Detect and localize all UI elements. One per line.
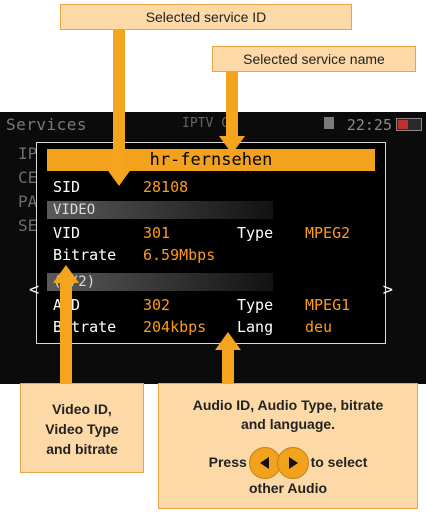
audio-type-label: Type xyxy=(237,296,274,314)
callout-video-info: Video ID, Video Type and bitrate xyxy=(20,383,144,473)
callout-to-select-text: to select xyxy=(310,454,368,470)
callout-other-audio-text: other Audio xyxy=(248,480,328,497)
video-bitrate-row: Bitrate 6.59Mbps xyxy=(53,245,215,265)
sid-label: SID xyxy=(53,178,81,196)
arrow-video xyxy=(60,282,72,394)
video-bitrate-value: 6.59Mbps xyxy=(143,246,216,264)
mode-label: IPTV C xyxy=(182,116,229,131)
right-arrow-button-icon xyxy=(276,447,309,480)
service-info-popup: hr-fernsehen SID 28108 VIDEO VID 301 Typ… xyxy=(29,142,393,344)
service-name: hr-fernsehen xyxy=(47,149,375,171)
callout-video-line: and bitrate xyxy=(46,441,118,457)
callout-audio-line2: and language. xyxy=(240,416,336,432)
arrow-audio xyxy=(222,349,234,383)
aid-value: 302 xyxy=(143,296,171,314)
sid-value: 28108 xyxy=(143,178,189,196)
callout-video-line: Video Type xyxy=(45,421,119,437)
vid-row: VID 301 Type MPEG2 xyxy=(53,223,350,243)
menu-item[interactable]: PA xyxy=(18,190,37,214)
audio-section-header: (1/2) xyxy=(47,273,273,291)
arrowhead-service-name xyxy=(219,136,245,154)
audio-type-value: MPEG1 xyxy=(305,296,351,314)
vid-label: VID xyxy=(53,224,81,242)
status-bar: Services IPTV C 22:25 xyxy=(0,112,426,136)
audio-prev-icon[interactable]: < xyxy=(29,280,39,300)
audio-next-icon[interactable]: > xyxy=(383,280,393,300)
callout-audio-info: Audio ID, Audio Type, bitrate and langua… xyxy=(158,383,418,509)
signal-icon xyxy=(324,117,334,129)
arrow-service-id xyxy=(113,30,125,170)
callout-press-text: Press xyxy=(208,454,247,470)
menu-item[interactable]: CE xyxy=(18,166,37,190)
callout-selected-service-id-text: Selected service ID xyxy=(145,9,267,25)
video-section-header: VIDEO xyxy=(47,201,273,219)
video-bitrate-label: Bitrate xyxy=(53,246,117,264)
menu-item[interactable]: SE xyxy=(18,214,37,238)
callout-audio-press-row: Press to select xyxy=(159,446,417,480)
lang-label: Lang xyxy=(237,318,274,336)
video-type-label: Type xyxy=(237,224,274,242)
sid-row: SID 28108 xyxy=(53,177,188,197)
lang-value: deu xyxy=(305,318,333,336)
arrowhead-video xyxy=(53,265,79,283)
screen-title: Services xyxy=(6,115,88,134)
video-type-value: MPEG2 xyxy=(305,224,351,242)
callout-selected-service-id: Selected service ID xyxy=(60,4,352,30)
callout-video-line: Video ID, xyxy=(52,401,112,417)
vid-value: 301 xyxy=(143,224,171,242)
arrowhead-service-id xyxy=(106,168,132,186)
callout-audio-line1: Audio ID, Audio Type, bitrate xyxy=(192,397,384,413)
callout-selected-service-name-text: Selected service name xyxy=(243,51,385,67)
arrowhead-audio xyxy=(215,332,241,350)
audio-bitrate-value: 204kbps xyxy=(143,318,207,336)
clock: 22:25 xyxy=(346,116,392,134)
menu-item[interactable]: IP xyxy=(18,142,37,166)
background-menu: IP CE PA SE xyxy=(18,142,37,238)
callout-selected-service-name: Selected service name xyxy=(212,46,416,72)
left-arrow-button-icon xyxy=(248,447,281,480)
battery-icon xyxy=(396,118,422,131)
arrow-service-name xyxy=(226,72,238,138)
